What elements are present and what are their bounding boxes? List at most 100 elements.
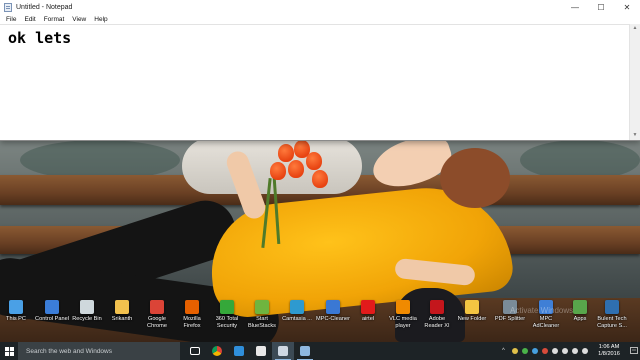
- tray-item[interactable]: [530, 342, 540, 360]
- tray-item[interactable]: [560, 342, 570, 360]
- flower: [270, 162, 286, 180]
- clock-date: 1/8/2016: [598, 351, 620, 357]
- desktop-shortcut[interactable]: Control Panel: [34, 300, 70, 323]
- task-view-icon: [190, 347, 200, 355]
- menu-help[interactable]: Help: [90, 16, 111, 23]
- wallpaper-foliage: [20, 140, 180, 180]
- close-button[interactable]: ✕: [614, 0, 640, 14]
- vlc-icon: [396, 300, 410, 314]
- system-tray: ^: [500, 342, 590, 360]
- bluestacks-icon: [255, 300, 269, 314]
- taskbar-app-button[interactable]: [228, 342, 250, 360]
- desktop-shortcut[interactable]: MPC-Cleaner: [315, 300, 351, 323]
- camtasia-icon: [290, 300, 304, 314]
- tray-app-1-icon: [512, 348, 518, 354]
- maximize-button[interactable]: ☐: [588, 0, 614, 14]
- tray-item[interactable]: [520, 342, 530, 360]
- text-editor[interactable]: ok lets: [0, 24, 630, 140]
- chrome-icon: [212, 346, 222, 356]
- shortcut-label: Google Chrome: [147, 316, 167, 329]
- shortcut-label: Recycle Bin: [72, 316, 102, 322]
- action-center-button[interactable]: [628, 342, 640, 360]
- taskbar: Search the web and Windows ^ 1:06 AM 1/8…: [0, 342, 640, 360]
- title-bar[interactable]: Untitled - Notepad — ☐ ✕: [0, 0, 640, 14]
- tray-item[interactable]: ^: [500, 342, 510, 360]
- taskbar-app-button[interactable]: [294, 342, 316, 360]
- desktop-shortcut[interactable]: Srikanth: [104, 300, 140, 323]
- menu-format[interactable]: Format: [40, 16, 69, 23]
- desktop-shortcut[interactable]: Start BlueStacks: [244, 300, 280, 330]
- tray-item[interactable]: [540, 342, 550, 360]
- desktop-shortcut[interactable]: MPC AdCleaner: [528, 300, 564, 330]
- wallpaper-foliage: [520, 140, 640, 180]
- notepad-task-icon: [278, 346, 288, 356]
- adobe-reader-icon: [430, 300, 444, 314]
- flower: [278, 144, 294, 162]
- editor-content[interactable]: ok lets: [8, 29, 71, 47]
- desktop-shortcut[interactable]: Recycle Bin: [69, 300, 105, 323]
- control-panel-icon: [45, 300, 59, 314]
- scroll-down-icon[interactable]: ▼: [630, 131, 640, 140]
- desktop-shortcut[interactable]: Bulent Tech Capture S...: [594, 300, 630, 330]
- tray-item[interactable]: [580, 342, 590, 360]
- tray-app-3-icon: [532, 348, 538, 354]
- desktop-shortcut[interactable]: airtel: [350, 300, 386, 323]
- windows-explorer-icon: [300, 346, 310, 356]
- chrome-icon: [150, 300, 164, 314]
- desktop-shortcut[interactable]: Camtasia ...: [279, 300, 315, 323]
- menu-bar: File Edit Format View Help: [0, 14, 640, 24]
- desktop-shortcut[interactable]: Mozilla Firefox: [174, 300, 210, 330]
- desktop-shortcut[interactable]: Adobe Reader XI: [419, 300, 455, 330]
- flower: [288, 160, 304, 178]
- wallpaper-hair: [440, 148, 510, 208]
- flower: [312, 170, 328, 188]
- tray-item[interactable]: [570, 342, 580, 360]
- shortcut-label: Start BlueStacks: [248, 316, 276, 329]
- desktop-shortcut[interactable]: 360 Total Security: [209, 300, 245, 330]
- folder-icon: [465, 300, 479, 314]
- shortcut-label: VLC media player: [389, 316, 417, 329]
- menu-view[interactable]: View: [68, 16, 90, 23]
- taskbar-app-button[interactable]: [206, 342, 228, 360]
- scroll-up-icon[interactable]: ▲: [630, 24, 640, 33]
- wifi-icon: [562, 348, 568, 354]
- menu-file[interactable]: File: [2, 16, 20, 23]
- minimize-button[interactable]: —: [562, 0, 588, 14]
- desktop-shortcut[interactable]: Google Chrome: [139, 300, 175, 330]
- store-icon: [256, 346, 266, 356]
- windows-logo-icon: [4, 346, 14, 356]
- taskbar-app-button[interactable]: [184, 342, 206, 360]
- volume-icon: [572, 348, 578, 354]
- clock[interactable]: 1:06 AM 1/8/2016: [590, 344, 628, 358]
- menu-edit[interactable]: Edit: [20, 16, 39, 23]
- shortcut-label: MPC-Cleaner: [316, 316, 350, 322]
- notepad-icon: [4, 2, 12, 12]
- desktop-shortcut[interactable]: New Folder: [454, 300, 490, 323]
- activation-watermark: Activate Windows: [510, 306, 574, 315]
- start-button[interactable]: [0, 342, 18, 360]
- capture-icon: [605, 300, 619, 314]
- desktop-shortcut[interactable]: This PC: [0, 300, 34, 323]
- notifications-icon: [630, 347, 638, 354]
- taskbar-app-button[interactable]: [250, 342, 272, 360]
- tray-item[interactable]: [550, 342, 560, 360]
- shortcut-label: New Folder: [457, 316, 487, 322]
- shortcut-label: MPC AdCleaner: [532, 316, 560, 329]
- tray-app-4-icon: [542, 348, 548, 354]
- user-folder-icon: [115, 300, 129, 314]
- search-box[interactable]: Search the web and Windows: [18, 342, 180, 360]
- shortcut-label: Srikanth: [111, 316, 133, 322]
- security-icon: [220, 300, 234, 314]
- shortcut-label: Mozilla Firefox: [183, 316, 201, 329]
- shortcut-label: Bulent Tech Capture S...: [597, 316, 627, 329]
- flower: [306, 152, 322, 170]
- vertical-scrollbar[interactable]: ▲ ▼: [629, 24, 640, 140]
- desktop-shortcut[interactable]: VLC media player: [385, 300, 421, 330]
- taskbar-app-button[interactable]: [272, 342, 294, 360]
- clock-time: 1:06 AM: [598, 344, 620, 350]
- tray-item[interactable]: [510, 342, 520, 360]
- shortcut-label: 360 Total Security: [215, 316, 239, 329]
- apps-icon: [573, 300, 587, 314]
- tray-app-2-icon: [522, 348, 528, 354]
- keyboard-icon: [582, 348, 588, 354]
